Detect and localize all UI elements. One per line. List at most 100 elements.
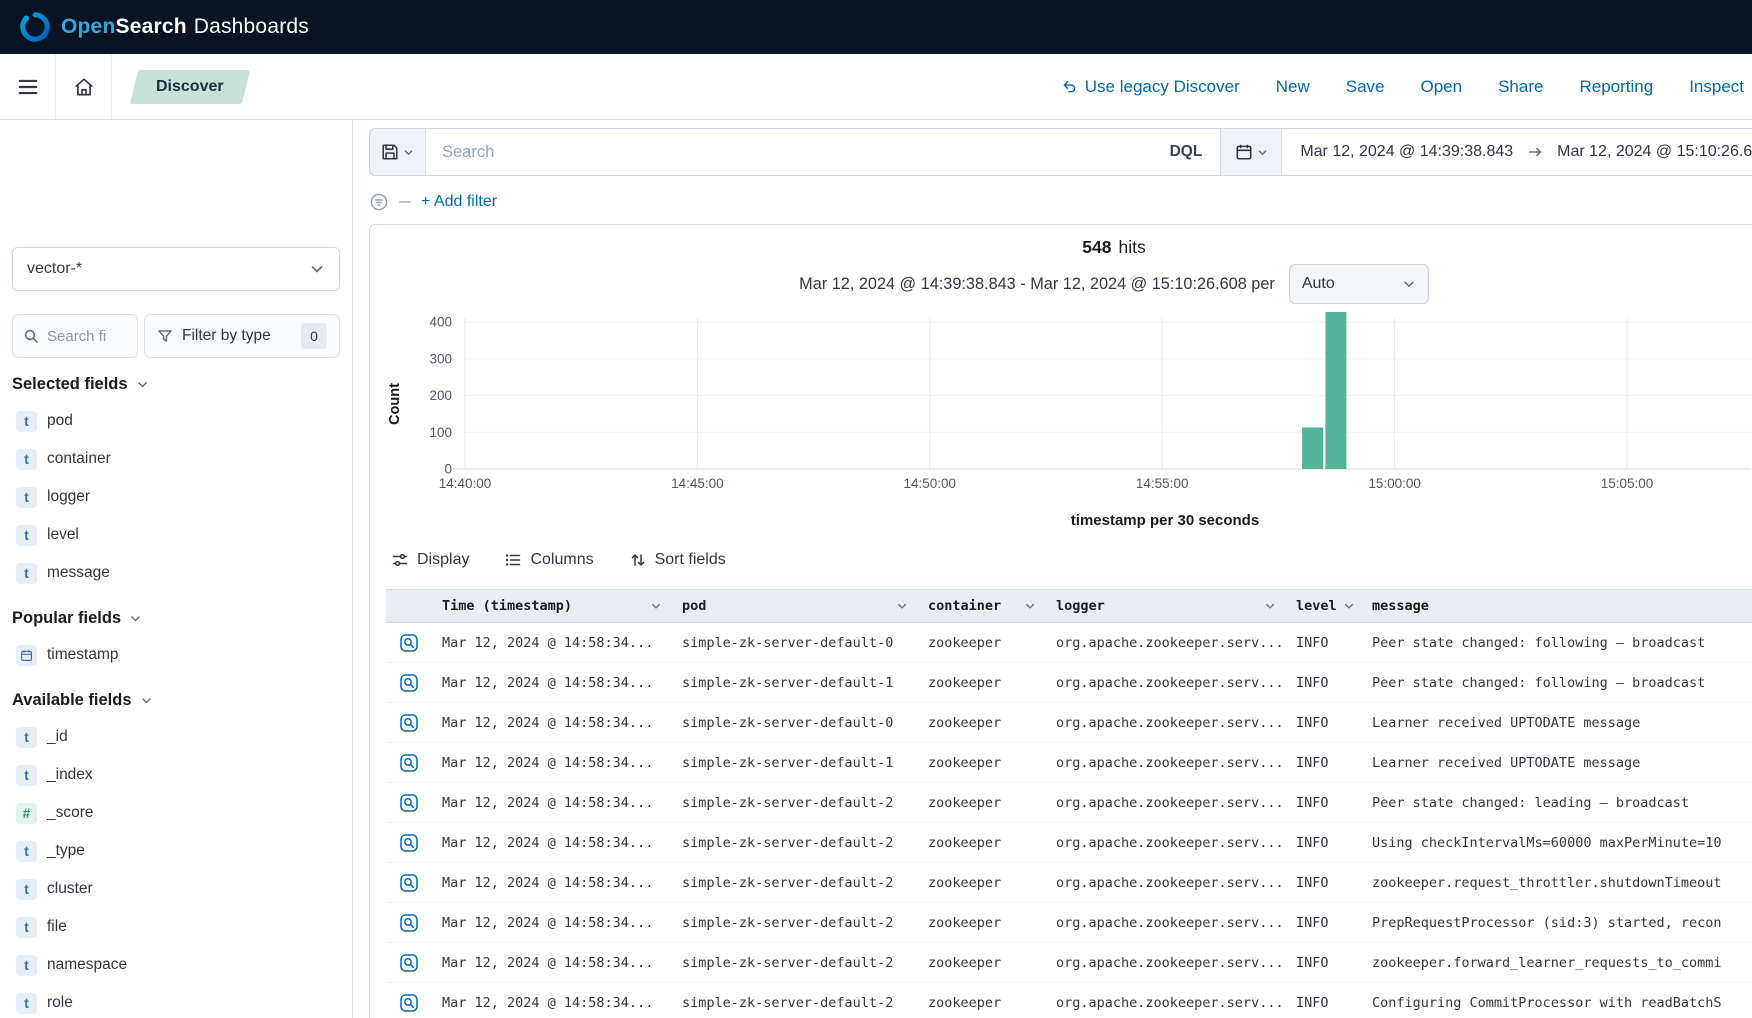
column-header-logger[interactable]: logger bbox=[1046, 590, 1286, 622]
sidebar-section-popular-fields: Popular fields timestamp bbox=[12, 606, 340, 674]
nav-action-reporting[interactable]: Reporting bbox=[1579, 77, 1653, 97]
nav-action-save[interactable]: Save bbox=[1346, 77, 1385, 97]
inspect-document-button[interactable] bbox=[399, 713, 419, 733]
svg-text:15:05:00: 15:05:00 bbox=[1601, 476, 1654, 491]
inspect-document-button[interactable] bbox=[399, 873, 419, 893]
field-name: message bbox=[47, 564, 110, 582]
field-item-message[interactable]: tmessage bbox=[12, 554, 340, 592]
search-input[interactable] bbox=[426, 129, 1152, 175]
nav-action-label: Open bbox=[1421, 77, 1463, 97]
chevron-down-icon bbox=[644, 600, 662, 612]
index-pattern-selector[interactable]: vector-* bbox=[12, 247, 340, 291]
nav-action-share[interactable]: Share bbox=[1498, 77, 1543, 97]
cell-container: zookeeper bbox=[918, 715, 1046, 731]
columns-button[interactable]: Columns bbox=[505, 551, 593, 569]
histogram-bar[interactable] bbox=[1325, 312, 1346, 469]
table-row: Mar 12, 2024 @ 14:58:34...simple-zk-serv… bbox=[386, 983, 1752, 1018]
inspect-document-button[interactable] bbox=[399, 833, 419, 853]
nav-action-new[interactable]: New bbox=[1276, 77, 1310, 97]
cell-pod: simple-zk-server-default-2 bbox=[672, 955, 918, 971]
field-search-input[interactable] bbox=[47, 328, 119, 345]
cell-pod: simple-zk-server-default-2 bbox=[672, 795, 918, 811]
field-item-_score[interactable]: #_score bbox=[12, 794, 340, 832]
filter-circle-icon[interactable] bbox=[369, 192, 389, 212]
add-filter-button[interactable]: + Add filter bbox=[421, 193, 497, 211]
field-item-logger[interactable]: tlogger bbox=[12, 478, 340, 516]
discover-panel: 548 hits Mar 12, 2024 @ 14:39:38.843 - M… bbox=[369, 224, 1752, 1018]
nav-action-open[interactable]: Open bbox=[1421, 77, 1463, 97]
sidebar: vector-* Filter by type 0 bbox=[0, 120, 353, 1018]
query-language-button[interactable]: DQL bbox=[1152, 129, 1221, 175]
inspect-document-button[interactable] bbox=[399, 913, 419, 933]
cell-container: zookeeper bbox=[918, 915, 1046, 931]
section-toggle[interactable]: Available fields bbox=[12, 688, 153, 712]
cell-logger: org.apache.zookeeper.serv... bbox=[1046, 915, 1286, 931]
column-header-level[interactable]: level bbox=[1286, 590, 1362, 622]
nav-action-label: Share bbox=[1498, 77, 1543, 97]
breadcrumb[interactable]: Discover bbox=[130, 70, 250, 104]
column-header-container[interactable]: container bbox=[918, 590, 1046, 622]
field-item-namespace[interactable]: tnamespace bbox=[12, 946, 340, 984]
display-button[interactable]: Display bbox=[392, 551, 469, 569]
nav-action-label: New bbox=[1276, 77, 1310, 97]
interval-select[interactable]: Auto bbox=[1289, 264, 1429, 304]
date-quick-select-button[interactable] bbox=[1220, 129, 1282, 175]
field-item-role[interactable]: trole bbox=[12, 984, 340, 1018]
field-item-_type[interactable]: t_type bbox=[12, 832, 340, 870]
cell-level: INFO bbox=[1286, 995, 1362, 1011]
nav-action-use-legacy-discover[interactable]: Use legacy Discover bbox=[1062, 77, 1240, 97]
column-header-message[interactable]: message bbox=[1362, 590, 1752, 622]
date-range-end[interactable]: Mar 12, 2024 @ 15:10:26.608 bbox=[1557, 143, 1752, 161]
field-item-container[interactable]: tcontainer bbox=[12, 440, 340, 478]
date-range-start[interactable]: Mar 12, 2024 @ 14:39:38.843 bbox=[1300, 143, 1513, 161]
column-header-time-timestamp[interactable]: Time (timestamp) bbox=[432, 590, 672, 622]
sort-fields-button[interactable]: Sort fields bbox=[630, 551, 726, 569]
section-toggle[interactable]: Selected fields bbox=[12, 372, 149, 396]
cell-message: Configuring CommitProcessor with readBat… bbox=[1362, 995, 1752, 1011]
cell-container: zookeeper bbox=[918, 635, 1046, 651]
filter-by-type-button[interactable]: Filter by type 0 bbox=[144, 314, 340, 358]
field-controls: Filter by type 0 bbox=[12, 314, 340, 358]
field-type-icon: t bbox=[16, 411, 37, 432]
field-item-timestamp[interactable]: timestamp bbox=[12, 636, 340, 674]
field-search[interactable] bbox=[12, 314, 138, 358]
field-item-file[interactable]: tfile bbox=[12, 908, 340, 946]
toolbar: Discover Use legacy Discover New Save Open S… bbox=[0, 54, 1752, 120]
field-type-icon: t bbox=[16, 765, 37, 786]
inspect-document-button[interactable] bbox=[399, 753, 419, 773]
cell-logger: org.apache.zookeeper.serv... bbox=[1046, 795, 1286, 811]
cell-time: Mar 12, 2024 @ 14:58:34... bbox=[432, 635, 672, 651]
saved-query-button[interactable] bbox=[370, 129, 426, 175]
table-row: Mar 12, 2024 @ 14:58:34...simple-zk-serv… bbox=[386, 903, 1752, 943]
inspect-document-button[interactable] bbox=[399, 993, 419, 1013]
field-type-icon: t bbox=[16, 449, 37, 470]
field-item-level[interactable]: tlevel bbox=[12, 516, 340, 554]
cell-time: Mar 12, 2024 @ 14:58:34... bbox=[432, 835, 672, 851]
inspect-document-button[interactable] bbox=[399, 633, 419, 653]
opensearch-logo-icon[interactable] bbox=[20, 12, 50, 42]
field-item-cluster[interactable]: tcluster bbox=[12, 870, 340, 908]
inspect-document-button[interactable] bbox=[399, 673, 419, 693]
histogram-bar[interactable] bbox=[1302, 428, 1323, 470]
header-control-column bbox=[386, 590, 432, 622]
section-toggle[interactable]: Popular fields bbox=[12, 606, 142, 630]
field-item-_index[interactable]: t _index bbox=[12, 756, 340, 794]
menu-button[interactable] bbox=[0, 54, 56, 119]
inspect-document-button[interactable] bbox=[399, 953, 419, 973]
inspect-document-button[interactable] bbox=[399, 793, 419, 813]
field-item-_id[interactable]: t_id bbox=[12, 718, 340, 756]
nav-action-inspect[interactable]: Inspect bbox=[1689, 77, 1744, 97]
cell-message: Learner received UPTODATE message bbox=[1362, 755, 1752, 771]
row-control-cell bbox=[386, 633, 432, 653]
field-item-pod[interactable]: tpod bbox=[12, 402, 340, 440]
cell-level: INFO bbox=[1286, 675, 1362, 691]
column-header-pod[interactable]: pod bbox=[672, 590, 918, 622]
home-button[interactable] bbox=[56, 54, 112, 119]
column-label: level bbox=[1296, 598, 1337, 614]
field-name: timestamp bbox=[47, 646, 119, 664]
home-icon bbox=[73, 76, 95, 98]
calendar-icon bbox=[1235, 143, 1253, 161]
interval-label: Auto bbox=[1302, 275, 1335, 293]
field-name: _index bbox=[47, 766, 93, 784]
app-root: OpenSearchDashboards Discover Use legacy… bbox=[0, 0, 1752, 1018]
